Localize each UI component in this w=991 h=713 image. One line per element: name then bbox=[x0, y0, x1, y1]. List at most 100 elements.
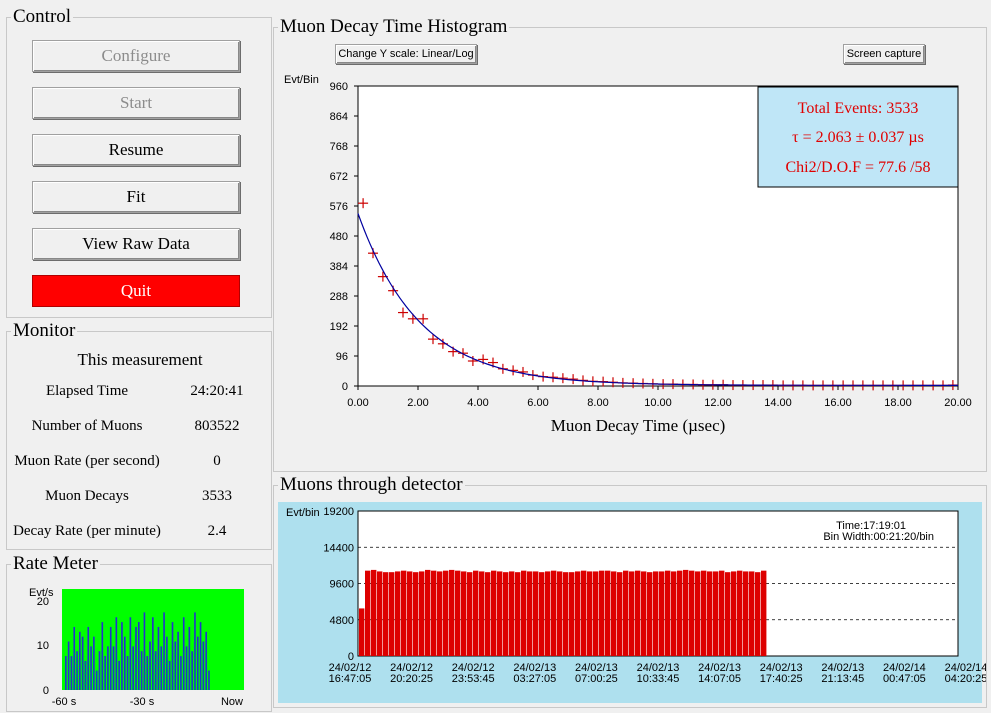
svg-text:17:40:25: 17:40:25 bbox=[760, 673, 803, 685]
rate-meter-bar bbox=[90, 646, 92, 690]
histogram-ytick-label: 384 bbox=[330, 261, 348, 273]
detector-bar bbox=[665, 570, 671, 656]
detector-xtick-label: 24/02/1220:20:25 bbox=[390, 662, 433, 685]
rate-meter-bar bbox=[202, 641, 205, 690]
detector-bar bbox=[401, 570, 407, 656]
detector-bar bbox=[611, 571, 617, 656]
histogram-xlabel: Muon Decay Time (µsec) bbox=[551, 416, 726, 435]
svg-text:00:47:05: 00:47:05 bbox=[883, 673, 926, 685]
histogram-title: Muon Decay Time Histogram bbox=[278, 16, 510, 37]
detector-bar bbox=[425, 569, 431, 656]
detector-bar bbox=[485, 572, 491, 656]
rate-meter-bar bbox=[157, 626, 160, 690]
rate-meter-bar bbox=[146, 656, 149, 690]
detector-bar bbox=[509, 571, 515, 656]
rate-ytick: 20 bbox=[37, 596, 49, 608]
control-panel: Control Configure Start Resume Fit View … bbox=[6, 7, 272, 318]
monitor-row-elapsed: Elapsed Time 24:20:41 bbox=[7, 383, 269, 405]
detector-bar bbox=[599, 570, 605, 656]
rate-meter-bar bbox=[129, 617, 132, 690]
fit-button[interactable]: Fit bbox=[32, 181, 240, 213]
monitor-row-decays: Muon Decays 3533 bbox=[7, 488, 269, 510]
rate-meter-bar bbox=[154, 651, 157, 690]
detector-bar bbox=[629, 571, 635, 656]
detector-bar bbox=[407, 571, 413, 656]
detector-bar bbox=[383, 572, 389, 656]
detector-xtick-label: 24/02/1400:47:05 bbox=[883, 662, 926, 685]
detector-bar bbox=[719, 570, 725, 656]
detector-bar bbox=[413, 572, 419, 656]
chi2-text: Chi2/D.O.F = 77.6 /58 bbox=[785, 159, 930, 176]
rate-meter-panel: Rate Meter Evt/s 20 10 0 -60 s -30 s Now bbox=[6, 554, 272, 712]
configure-button[interactable]: Configure bbox=[32, 40, 240, 72]
rate-meter-chart: Evt/s 20 10 0 -60 s -30 s Now bbox=[29, 587, 244, 708]
detector-bar bbox=[521, 570, 527, 656]
detector-bar bbox=[539, 572, 545, 656]
detector-bar bbox=[575, 571, 581, 656]
rate-meter-bar bbox=[205, 631, 207, 690]
view-raw-data-button[interactable]: View Raw Data bbox=[32, 228, 240, 260]
total-events-text: Total Events: 3533 bbox=[798, 100, 919, 117]
rate-meter-bar bbox=[101, 622, 104, 690]
histogram-ytick-label: 0 bbox=[342, 381, 348, 393]
detector-ytick-label: 14400 bbox=[323, 542, 354, 554]
detector-bar bbox=[419, 571, 425, 656]
rate-ytick: 0 bbox=[43, 685, 49, 697]
rate-meter-bar bbox=[95, 670, 98, 690]
rate-meter-bar bbox=[73, 626, 76, 690]
detector-bar bbox=[389, 572, 395, 656]
detector-bar bbox=[743, 571, 749, 656]
quit-button[interactable]: Quit bbox=[32, 275, 240, 307]
svg-text:10:33:45: 10:33:45 bbox=[637, 673, 680, 685]
rate-meter-bar bbox=[208, 670, 210, 690]
detector-bar bbox=[377, 571, 383, 656]
detector-bar bbox=[659, 571, 665, 656]
rate-meter-bar bbox=[79, 631, 81, 690]
detector-bar bbox=[491, 570, 497, 656]
detector-bar bbox=[737, 570, 743, 656]
histogram-panel: Muon Decay Time Histogram Change Y scale… bbox=[273, 17, 987, 472]
rate-meter-bar bbox=[87, 626, 90, 690]
detector-bar bbox=[695, 571, 701, 656]
histogram-xtick-label: 6.00 bbox=[527, 397, 548, 409]
histogram-ytick-label: 480 bbox=[330, 231, 348, 243]
rate-meter-bar bbox=[67, 641, 70, 690]
rate-ytick: 10 bbox=[37, 640, 49, 652]
decay-time-histogram: Evt/Bin 0 96 192 288 384 480 576 672 768 864 960 0… bbox=[284, 74, 972, 435]
detector-bar bbox=[449, 569, 455, 656]
detector-bar bbox=[647, 572, 653, 656]
detector-bar bbox=[497, 571, 503, 656]
detector-bar bbox=[707, 571, 713, 656]
start-button[interactable]: Start bbox=[32, 87, 240, 119]
detector-bar bbox=[551, 570, 557, 656]
resume-button[interactable]: Resume bbox=[32, 134, 240, 166]
rate-meter-bar bbox=[118, 660, 120, 690]
monitor-label: Decay Rate (per minute) bbox=[13, 523, 161, 539]
detector-bar bbox=[443, 570, 449, 656]
histogram-ytick-label: 864 bbox=[330, 111, 348, 123]
detector-xtick-label: 24/02/1307:00:25 bbox=[575, 662, 618, 685]
rate-meter-bar bbox=[171, 622, 174, 690]
rate-meter-bar bbox=[76, 651, 78, 690]
histogram-ytick-label: 96 bbox=[336, 351, 348, 363]
detector-ytick-label: 4800 bbox=[330, 615, 354, 627]
rate-meter-bar bbox=[70, 656, 73, 690]
monitor-title: Monitor bbox=[11, 320, 78, 341]
rate-meter-bar bbox=[123, 636, 126, 690]
rate-xtick: -30 s bbox=[130, 696, 155, 708]
rate-meter-bar bbox=[143, 612, 146, 690]
monitor-value: 3533 bbox=[202, 488, 232, 504]
detector-xtick-label: 24/02/1317:40:25 bbox=[760, 662, 803, 685]
rate-meter-bar bbox=[174, 641, 177, 690]
detector-bar bbox=[725, 572, 731, 656]
detector-bar bbox=[467, 572, 473, 656]
detector-bar bbox=[731, 571, 737, 656]
detector-bar bbox=[755, 572, 761, 656]
monitor-panel: Monitor This measurement Elapsed Time 24… bbox=[6, 321, 272, 550]
rate-meter-bar bbox=[191, 651, 193, 690]
rate-meter-bar bbox=[180, 656, 182, 690]
detector-bar bbox=[671, 571, 677, 656]
histogram-ytick-label: 672 bbox=[330, 171, 348, 183]
rate-meter-bar bbox=[81, 636, 84, 690]
rate-meter-bar bbox=[166, 636, 168, 690]
